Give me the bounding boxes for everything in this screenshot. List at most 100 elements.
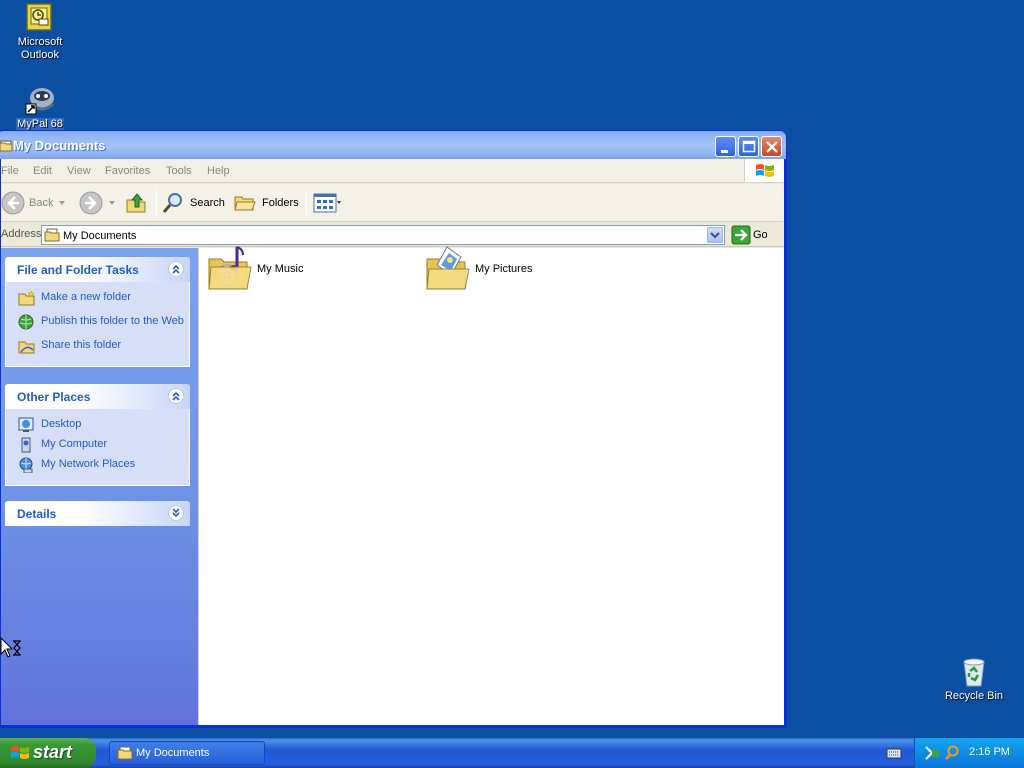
window-body: File Edit View Favorites Tools Help Back…	[1, 159, 784, 725]
panel-title: File and Folder Tasks	[17, 263, 139, 277]
up-folder-icon	[126, 193, 146, 213]
place-label: My Network Places	[41, 458, 136, 470]
window-title: My Documents	[13, 138, 106, 153]
task-label: Make a new folder	[41, 291, 131, 303]
place-label: My Computer	[41, 438, 108, 450]
keyboard-icon[interactable]	[886, 747, 902, 759]
panel-title: Details	[17, 507, 57, 521]
close-button[interactable]	[761, 136, 782, 157]
explorer-window[interactable]: My Documents File Edit View Favorites To…	[0, 130, 787, 728]
standard-toolbar: Back Search Folders	[1, 184, 784, 222]
back-arrow-icon	[1, 191, 25, 215]
panel-header[interactable]: Other Places	[5, 384, 190, 409]
pictures-folder-icon	[426, 246, 470, 290]
menu-file[interactable]: File	[1, 165, 19, 177]
windows-logo	[744, 159, 784, 182]
address-field[interactable]: My Documents	[41, 225, 725, 245]
collapse-button[interactable]	[168, 388, 184, 404]
views-icon	[313, 193, 341, 213]
wait-cursor-icon	[0, 637, 21, 658]
search-tray-icon[interactable]	[944, 745, 960, 761]
chevron-down-icon	[710, 232, 720, 239]
computer-icon	[21, 437, 31, 453]
forward-arrow-icon	[79, 191, 103, 215]
search-label: Search	[190, 197, 225, 209]
windows-flag-icon	[756, 164, 774, 177]
task-pane: File and Folder Tasks Make a new folder …	[1, 248, 198, 725]
network-tray-icon[interactable]	[924, 745, 940, 761]
outlook-icon	[26, 3, 52, 31]
menu-favorites[interactable]: Favorites	[105, 165, 150, 177]
panel-header[interactable]: File and Folder Tasks	[5, 257, 190, 282]
folder-label: My Music	[257, 263, 304, 275]
place-my-network-places[interactable]: My Network Places	[6, 457, 189, 477]
panel-body: Desktop My Computer My Network Places	[5, 409, 190, 486]
menu-view[interactable]: View	[67, 165, 91, 177]
maximize-button[interactable]	[738, 136, 759, 157]
forward-dropdown-icon[interactable]	[109, 201, 115, 205]
panel-title: Other Places	[17, 390, 91, 404]
desktop-icon-mypal[interactable]: MyPal 68	[0, 84, 80, 131]
folder-content-area[interactable]: My Music My Pictures	[198, 246, 784, 725]
minimize-button[interactable]	[715, 136, 736, 157]
panel-body: Make a new folder Publish this folder to…	[5, 282, 190, 367]
panel-header[interactable]: Details	[5, 501, 190, 526]
task-label: Publish this folder to the Web	[41, 315, 184, 327]
address-bar: Address My Documents Go	[1, 223, 784, 247]
search-icon	[162, 193, 182, 213]
go-arrow-icon	[731, 225, 751, 245]
taskbar-button-my-documents[interactable]: My Documents	[109, 741, 265, 765]
search-button[interactable]: Search	[161, 191, 227, 215]
taskbar-button-label: My Documents	[136, 747, 210, 759]
music-folder-icon	[208, 246, 252, 290]
folders-button[interactable]: Folders	[233, 191, 301, 215]
minimize-icon	[721, 150, 728, 153]
address-label: Address	[1, 228, 42, 240]
back-button[interactable]: Back	[1, 191, 63, 215]
go-label: Go	[753, 229, 768, 241]
collapse-button[interactable]	[168, 261, 184, 277]
go-button[interactable]: Go	[729, 225, 781, 245]
folder-icon	[117, 746, 133, 760]
maximize-icon	[742, 140, 756, 153]
back-dropdown-icon[interactable]	[59, 201, 65, 205]
globe-icon	[18, 314, 34, 330]
expand-button[interactable]	[168, 505, 184, 521]
menu-tools[interactable]: Tools	[166, 165, 192, 177]
desktop-icon-label: Recycle Bin	[944, 690, 1004, 702]
desktop-icon	[18, 417, 34, 432]
task-publish-to-web[interactable]: Publish this folder to the Web	[6, 314, 189, 334]
folders-label: Folders	[262, 197, 299, 209]
share-folder-icon	[18, 341, 35, 354]
system-tray: 2:16 PM	[914, 738, 1024, 768]
mypal-icon	[25, 88, 55, 115]
folder-label: My Pictures	[475, 263, 533, 275]
folders-icon	[234, 196, 256, 211]
task-share-folder[interactable]: Share this folder	[6, 338, 189, 358]
address-dropdown-button[interactable]	[707, 227, 723, 243]
task-make-new-folder[interactable]: Make a new folder	[6, 290, 189, 310]
window-folder-icon	[0, 140, 13, 152]
desktop-icon-recycle-bin[interactable]: Recycle Bin	[934, 656, 1014, 703]
desktop-icon-outlook[interactable]: Microsoft Outlook	[0, 2, 80, 62]
desktop-icon-label: Microsoft Outlook	[17, 36, 63, 61]
views-button[interactable]	[313, 191, 349, 215]
chevron-down-icon	[172, 508, 180, 518]
chevron-up-icon	[172, 391, 180, 401]
close-icon	[766, 141, 778, 153]
start-button[interactable]: start	[0, 738, 96, 768]
menu-help[interactable]: Help	[207, 165, 230, 177]
title-bar[interactable]: My Documents	[0, 131, 786, 159]
details-panel: Details	[5, 501, 190, 526]
clock[interactable]: 2:16 PM	[969, 746, 1010, 758]
menu-edit[interactable]: Edit	[33, 165, 52, 177]
place-label: Desktop	[41, 418, 82, 430]
task-label: Share this folder	[41, 339, 122, 351]
start-label: start	[33, 742, 73, 762]
menu-bar: File Edit View Favorites Tools Help	[1, 159, 784, 183]
up-folder-button[interactable]	[125, 191, 151, 215]
forward-button[interactable]	[79, 191, 105, 215]
place-my-computer[interactable]: My Computer	[6, 437, 189, 457]
place-desktop[interactable]: Desktop	[6, 417, 189, 437]
windows-flag-icon	[11, 746, 29, 759]
